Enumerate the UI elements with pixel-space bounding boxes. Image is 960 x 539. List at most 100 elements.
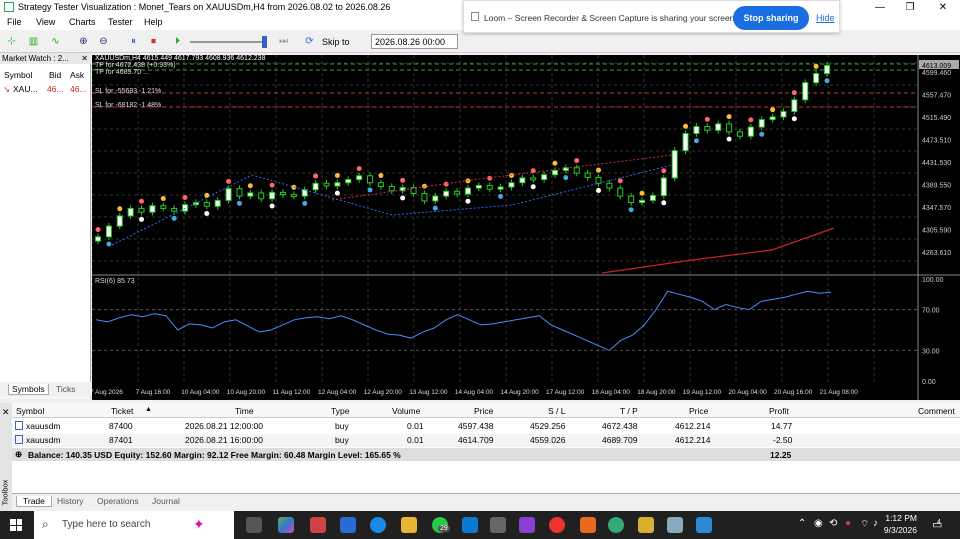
signal-marker	[683, 123, 689, 129]
outlook-icon[interactable]	[340, 517, 356, 533]
col-ask[interactable]: Ask	[70, 70, 84, 80]
speed-slider-handle[interactable]	[262, 36, 267, 48]
copilot-icon[interactable]	[278, 517, 294, 533]
position-icon	[15, 421, 23, 430]
cube-app-icon[interactable]	[490, 517, 506, 533]
tab-history[interactable]: History	[57, 496, 83, 506]
th-price[interactable]: Price	[474, 406, 493, 416]
record-icon[interactable]: ●	[845, 518, 851, 529]
tab-trade[interactable]: Trade	[16, 496, 52, 507]
tab-operations[interactable]: Operations	[97, 496, 139, 506]
speed-slider[interactable]	[190, 41, 265, 43]
time-tick-label: 21 Aug 08:00	[820, 389, 859, 396]
menu-file[interactable]: File	[7, 17, 22, 27]
visual-studio-icon[interactable]	[519, 517, 535, 533]
pause-icon[interactable]: ⏸	[126, 35, 141, 49]
stop-sharing-button[interactable]: Stop sharing	[733, 6, 809, 30]
copilot-sparkle-icon[interactable]: ✦	[193, 516, 205, 533]
candle-body	[573, 167, 580, 174]
candle-body	[258, 192, 265, 200]
zoom-in-icon[interactable]: ⊕	[76, 35, 91, 49]
skip-icon[interactable]: ⏭	[276, 35, 291, 49]
tab-symbols[interactable]: Symbols	[8, 384, 49, 395]
zoom-out-icon[interactable]: ⊖	[96, 35, 111, 49]
skip-to-icon[interactable]: ⟳	[302, 35, 317, 49]
signal-marker	[704, 116, 710, 122]
signal-marker	[182, 194, 188, 200]
market-watch-close-icon[interactable]: ✕	[81, 53, 88, 64]
menu-help[interactable]: Help	[144, 17, 163, 27]
candle-body	[747, 126, 754, 137]
close-button[interactable]: ✕	[928, 0, 958, 15]
arrow-down-icon: ↘	[3, 84, 11, 94]
toolbox-strip[interactable]: ✕ Toolbox	[0, 403, 12, 511]
th-profit[interactable]: Profit	[769, 406, 789, 416]
minimize-button[interactable]: —	[865, 0, 895, 15]
wifi-icon[interactable]: ⌔	[860, 518, 869, 531]
candle-body	[443, 190, 450, 197]
signal-marker	[465, 198, 471, 204]
candle-body	[606, 182, 613, 189]
skip-date-input[interactable]: 2026.08.26 00:00	[371, 34, 458, 49]
candle-body	[660, 177, 667, 197]
windows-start-icon[interactable]	[10, 519, 22, 531]
menu-charts[interactable]: Charts	[69, 17, 96, 27]
th-cur-price[interactable]: Price	[689, 406, 708, 416]
candle-body	[802, 82, 809, 101]
loom-taskbar-icon[interactable]	[696, 517, 712, 533]
col-bid[interactable]: Bid	[49, 70, 61, 80]
menu-tester[interactable]: Tester	[108, 17, 133, 27]
file-explorer-icon[interactable]	[401, 517, 417, 533]
task-view-icon[interactable]	[246, 517, 262, 533]
chart-overlay-tp1: TP for 4672.438 (+0.93%)	[95, 62, 176, 69]
price-chart[interactable]: 4613.009 4599.460 4557.470 4515.490 4473.510…	[92, 55, 960, 400]
edge-icon[interactable]	[370, 517, 386, 533]
menu-view[interactable]: View	[36, 17, 55, 27]
hide-link[interactable]: Hide	[816, 13, 835, 23]
candle-body	[312, 182, 319, 191]
sticky-notes-icon[interactable]	[638, 517, 654, 533]
sync-icon[interactable]: ⟲	[829, 518, 837, 529]
xampp-icon[interactable]	[580, 517, 596, 533]
table-row[interactable]: xauusdm 87400 2026.08.21 12:00:00 buy 0.…	[12, 420, 960, 433]
notification-count: 4	[937, 519, 941, 526]
th-time[interactable]: Time	[235, 406, 254, 416]
clock-time[interactable]: 1:12 PM	[885, 513, 917, 523]
vscode-icon[interactable]	[462, 517, 478, 533]
market-watch-row[interactable]: ↘ XAU... 46... 46...	[0, 82, 91, 96]
price-tick-label: 4389.550	[922, 183, 951, 190]
store-icon[interactable]	[310, 517, 326, 533]
tab-journal[interactable]: Journal	[152, 496, 180, 506]
th-sl[interactable]: S / L	[548, 406, 565, 416]
th-tp[interactable]: T / P	[620, 406, 638, 416]
crosshair-icon[interactable]: ⊹	[4, 35, 19, 49]
maximize-button[interactable]: ❐	[895, 0, 925, 15]
stop-icon[interactable]: ⏹	[146, 35, 161, 49]
clock-date[interactable]: 9/3/2026	[878, 525, 917, 535]
th-ticket[interactable]: Ticket	[111, 406, 133, 416]
candle-body	[323, 182, 330, 187]
tab-ticks[interactable]: Ticks	[56, 384, 76, 394]
network-icon[interactable]: ◉	[814, 518, 823, 529]
th-comment[interactable]: Comment	[918, 406, 955, 416]
col-symbol[interactable]: Symbol	[4, 70, 32, 80]
table-row[interactable]: xauusdm 87401 2026.08.21 16:00:00 buy 0.…	[12, 434, 960, 447]
line-chart-icon[interactable]: ∿	[48, 35, 63, 49]
toolbox-close-icon[interactable]: ✕	[2, 407, 10, 418]
app-icon-2[interactable]	[667, 517, 683, 533]
candle-body	[693, 126, 700, 135]
chrome-icon[interactable]	[549, 517, 565, 533]
signal-marker	[400, 195, 406, 201]
th-volume[interactable]: Volume	[392, 406, 420, 416]
price-tick-label: 4347.570	[922, 205, 951, 212]
step-icon[interactable]: ⏵	[170, 35, 185, 49]
bar-chart-icon[interactable]: ▥	[26, 35, 41, 49]
candle-body	[127, 207, 134, 217]
th-type[interactable]: Type	[331, 406, 349, 416]
price-tick-label: 4613.009	[922, 63, 951, 70]
cell-cur-price: 4612.214	[675, 435, 711, 445]
chevron-up-icon[interactable]: ⌃	[798, 518, 806, 529]
th-symbol[interactable]: Symbol	[16, 406, 44, 416]
mt5-icon[interactable]	[608, 517, 624, 533]
cell-type: buy	[335, 435, 349, 445]
